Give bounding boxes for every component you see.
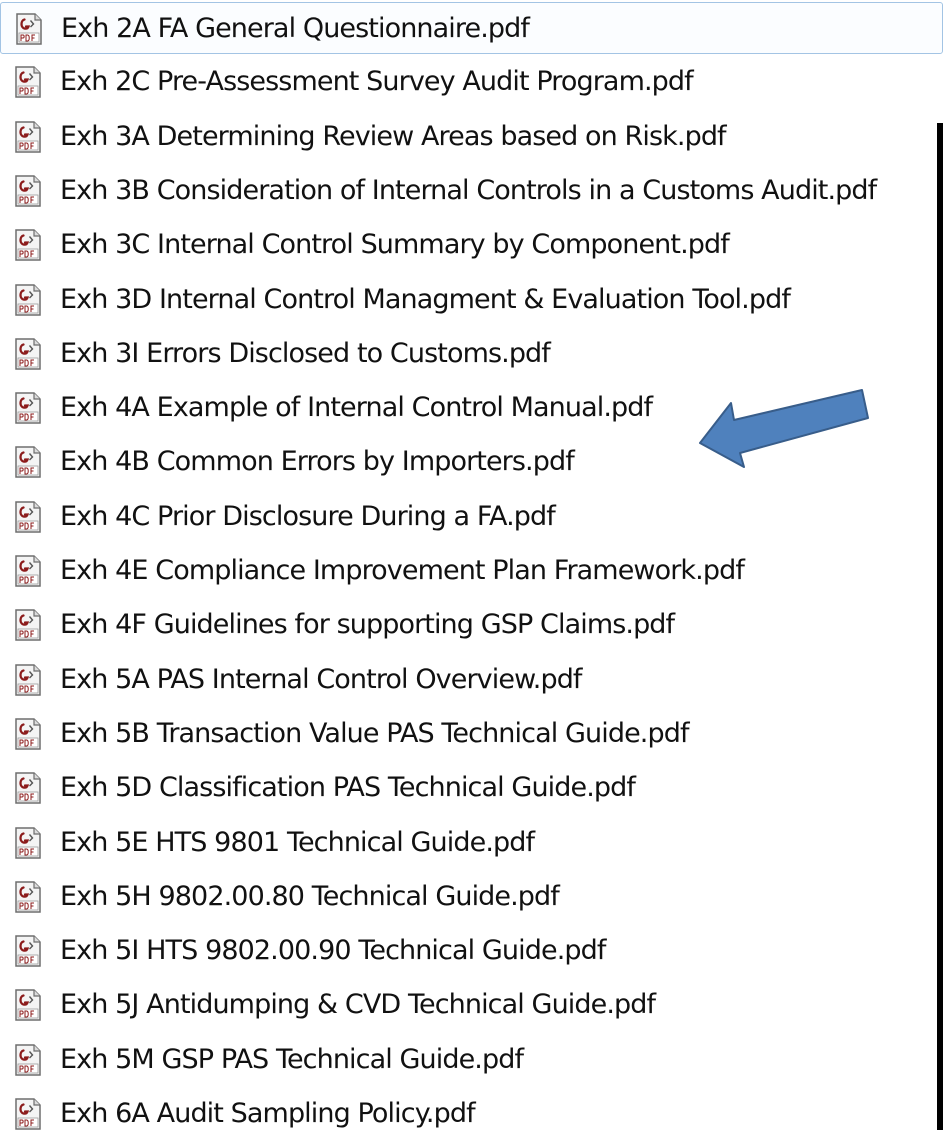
pdf-file-icon (15, 500, 41, 533)
file-row[interactable]: Exh 5H 9802.00.80 Technical Guide.pdf (0, 871, 943, 923)
file-name: Exh 3A Determining Review Areas based on… (60, 120, 727, 152)
file-name: Exh 5A PAS Internal Control Overview.pdf (60, 663, 582, 695)
file-list: Exh 2A FA General Questionnaire.pdf Exh 2… (0, 0, 943, 1130)
pdf-file-icon (15, 772, 41, 804)
file-name: Exh 5M GSP PAS Technical Guide.pdf (60, 1043, 524, 1075)
pdf-file-icon (15, 120, 41, 153)
pdf-file-icon (15, 663, 41, 696)
pdf-file-icon (15, 555, 41, 587)
file-row[interactable]: Exh 4E Compliance Improvement Plan Frame… (0, 545, 943, 597)
file-name: Exh 3C Internal Control Summary by Compo… (60, 229, 730, 261)
file-row[interactable]: Exh 5M GSP PAS Technical Guide.pdf (0, 1034, 943, 1086)
file-row[interactable]: Exh 3D Internal Control Managment & Eval… (0, 274, 943, 326)
file-name: Exh 2A FA General Questionnaire.pdf (61, 13, 530, 44)
pdf-file-icon (15, 283, 41, 316)
file-name: Exh 4B Common Errors by Importers.pdf (60, 446, 575, 478)
file-row[interactable]: Exh 2C Pre-Assessment Survey Audit Progr… (0, 56, 943, 108)
pdf-file-icon (16, 13, 42, 45)
file-name: Exh 2C Pre-Assessment Survey Audit Progr… (60, 66, 694, 98)
file-row[interactable]: Exh 5J Antidumping & CVD Technical Guide… (0, 979, 943, 1031)
file-name: Exh 5D Classification PAS Technical Guid… (60, 772, 636, 804)
pdf-file-icon (15, 989, 41, 1022)
file-name: Exh 5B Transaction Value PAS Technical G… (60, 717, 689, 749)
pdf-file-icon (15, 175, 41, 207)
file-row[interactable]: Exh 3I Errors Disclosed to Customs.pdf (0, 328, 943, 380)
pdf-file-icon (15, 826, 41, 859)
file-name: Exh 4E Compliance Improvement Plan Frame… (60, 555, 745, 586)
file-name: Exh 3I Errors Disclosed to Customs.pdf (60, 337, 551, 369)
file-row[interactable]: Exh 5B Transaction Value PAS Technical G… (0, 708, 943, 760)
callout-arrow (699, 389, 869, 468)
file-name: Exh 5H 9802.00.80 Technical Guide.pdf (60, 880, 560, 912)
file-row[interactable]: Exh 3A Determining Review Areas based on… (0, 111, 943, 163)
file-row[interactable]: Exh 4F Guidelines for supporting GSP Cla… (0, 599, 943, 651)
file-row[interactable]: Exh 3C Internal Control Summary by Compo… (0, 219, 943, 271)
file-name: Exh 6A Audit Sampling Policy.pdf (60, 1098, 476, 1129)
file-row[interactable]: Exh 5D Classification PAS Technical Guid… (0, 762, 943, 814)
file-name: Exh 4F Guidelines for supporting GSP Cla… (60, 609, 675, 641)
pdf-file-icon (15, 609, 41, 642)
file-row[interactable]: Exh 5A PAS Internal Control Overview.pdf (0, 654, 943, 706)
pdf-file-icon (15, 1098, 41, 1130)
file-name: Exh 4C Prior Disclosure During a FA.pdf (60, 500, 556, 532)
file-name: Exh 3B Consideration of Internal Control… (60, 174, 877, 206)
pane-border (937, 123, 943, 1130)
pdf-file-icon (15, 66, 41, 99)
pdf-file-icon (15, 338, 41, 370)
file-name: Exh 4A Example of Internal Control Manua… (60, 392, 653, 424)
file-row[interactable]: Exh 3B Consideration of Internal Control… (0, 165, 943, 217)
pdf-file-icon (15, 881, 41, 913)
file-name: Exh 3D Internal Control Managment & Eval… (60, 283, 791, 315)
file-name: Exh 5I HTS 9802.00.90 Technical Guide.pd… (60, 935, 606, 967)
pdf-file-icon (15, 392, 41, 424)
pdf-file-icon (15, 1043, 41, 1076)
file-row[interactable]: Exh 5I HTS 9802.00.90 Technical Guide.pd… (0, 925, 943, 977)
pdf-file-icon (15, 935, 41, 967)
file-row[interactable]: Exh 5E HTS 9801 Technical Guide.pdf (0, 817, 943, 869)
file-row[interactable]: Exh 4C Prior Disclosure During a FA.pdf (0, 491, 943, 543)
file-row[interactable]: Exh 2A FA General Questionnaire.pdf (0, 2, 943, 54)
pdf-file-icon (15, 229, 41, 261)
file-name: Exh 5E HTS 9801 Technical Guide.pdf (60, 826, 535, 858)
pdf-file-icon (15, 718, 41, 750)
pdf-file-icon (15, 446, 41, 479)
file-name: Exh 5J Antidumping & CVD Technical Guide… (60, 989, 656, 1021)
file-row[interactable]: Exh 6A Audit Sampling Policy.pdf (0, 1088, 943, 1140)
